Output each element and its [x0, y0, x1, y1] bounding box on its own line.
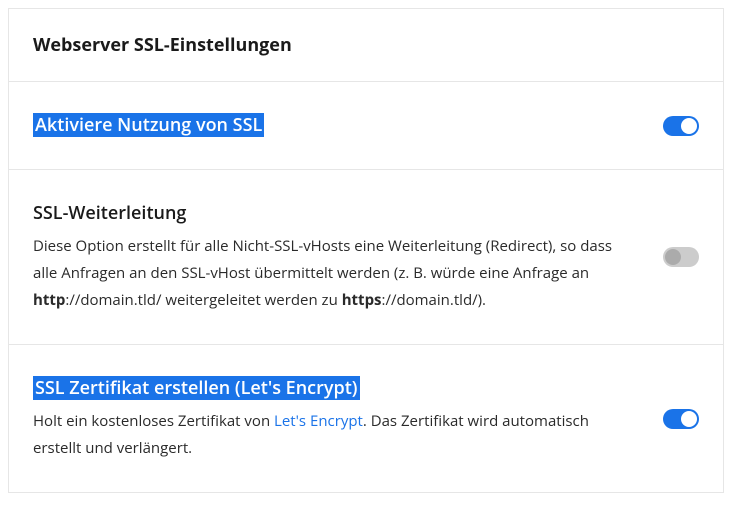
- setting-ssl-redirect: SSL-Weiterleitung Diese Option erstellt …: [9, 170, 723, 345]
- toggle-wrap-lets-encrypt: [663, 409, 699, 429]
- setting-ssl-redirect-text: SSL-Weiterleitung Diese Option erstellt …: [33, 200, 663, 314]
- setting-enable-ssl-title: Aktiviere Nutzung von SSL: [33, 113, 264, 137]
- setting-enable-ssl: Aktiviere Nutzung von SSL: [9, 82, 723, 170]
- setting-lets-encrypt-text: SSL Zertifikat erstellen (Let's Encrypt)…: [33, 375, 663, 462]
- toggle-knob: [665, 249, 681, 265]
- toggle-lets-encrypt[interactable]: [663, 409, 699, 429]
- toggle-ssl-redirect[interactable]: [663, 247, 699, 267]
- lets-encrypt-link[interactable]: Let's Encrypt: [274, 411, 363, 431]
- page-title: Webserver SSL-Einstellungen: [33, 33, 699, 57]
- desc-bold-http: http: [33, 290, 65, 310]
- setting-lets-encrypt-desc: Holt ein kostenloses Zertifikat von Let'…: [33, 408, 639, 462]
- toggle-enable-ssl[interactable]: [663, 116, 699, 136]
- setting-lets-encrypt: SSL Zertifikat erstellen (Let's Encrypt)…: [9, 345, 723, 492]
- desc-text: ://domain.tld/ weitergeleitet werden zu: [65, 290, 341, 310]
- desc-bold-https: https: [342, 290, 382, 310]
- toggle-wrap-enable-ssl: [663, 112, 699, 136]
- setting-enable-ssl-text: Aktiviere Nutzung von SSL: [33, 112, 663, 139]
- panel-header: Webserver SSL-Einstellungen: [9, 9, 723, 82]
- toggle-knob: [681, 411, 697, 427]
- desc-text: Diese Option erstellt für alle Nicht-SSL…: [33, 236, 612, 283]
- setting-lets-encrypt-title: SSL Zertifikat erstellen (Let's Encrypt): [33, 376, 360, 400]
- ssl-settings-panel: Webserver SSL-Einstellungen Aktiviere Nu…: [8, 8, 724, 493]
- setting-ssl-redirect-desc: Diese Option erstellt für alle Nicht-SSL…: [33, 233, 639, 314]
- desc-text: Holt ein kostenloses Zertifikat von: [33, 411, 274, 431]
- desc-text: ://domain.tld/).: [382, 290, 486, 310]
- toggle-knob: [681, 118, 697, 134]
- setting-ssl-redirect-title: SSL-Weiterleitung: [33, 201, 186, 225]
- toggle-wrap-ssl-redirect: [663, 247, 699, 267]
